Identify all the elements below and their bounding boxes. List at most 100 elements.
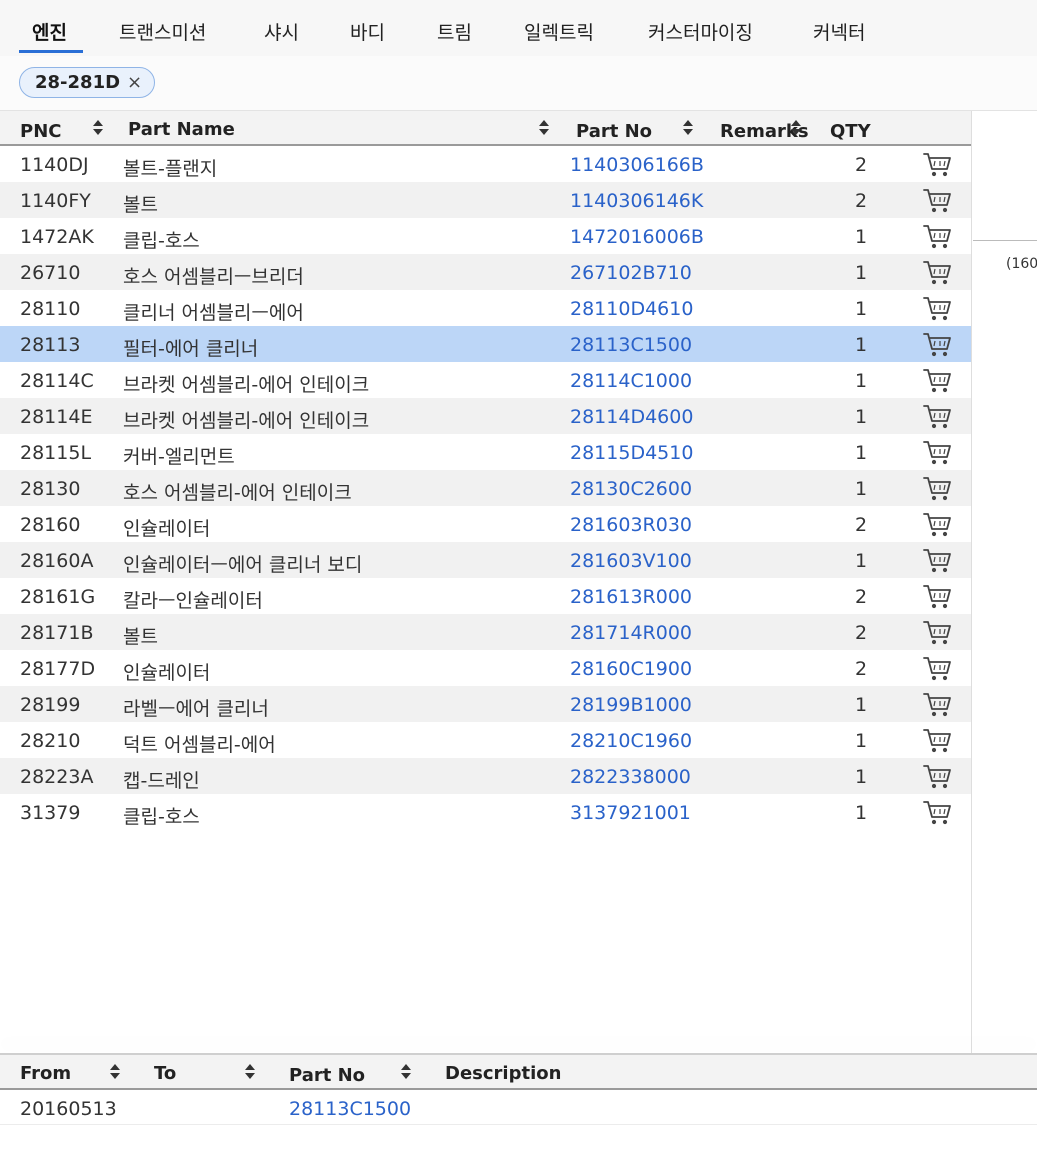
cell-part-no-link[interactable]: 28199B1000 <box>570 694 692 716</box>
cell-part-no-link[interactable]: 3137921001 <box>570 802 691 824</box>
table-row[interactable]: 31379 클립-호스 3137921001 1 <box>0 794 971 830</box>
cart-icon[interactable] <box>922 727 952 755</box>
cart-icon[interactable] <box>922 547 952 575</box>
tab-customizing[interactable]: 커스터마이징 <box>648 18 753 45</box>
cell-pnc: 1140FY <box>20 190 91 212</box>
cart-icon[interactable] <box>922 151 952 179</box>
table-row[interactable]: 1140FY 볼트 1140306146K 2 <box>0 182 971 218</box>
cell-part-no-link[interactable]: 28130C2600 <box>570 478 692 500</box>
cart-icon[interactable] <box>922 763 952 791</box>
tab-chassis[interactable]: 샤시 <box>264 18 299 45</box>
column-header-detail-part-no[interactable]: Part No <box>289 1065 365 1086</box>
cart-icon[interactable] <box>922 511 952 539</box>
sort-part-name-icon[interactable] <box>538 119 550 137</box>
tab-body[interactable]: 바디 <box>350 18 385 45</box>
cell-part-no-link[interactable]: 281603R030 <box>570 514 692 536</box>
column-header-from[interactable]: From <box>20 1063 71 1084</box>
cart-icon[interactable] <box>922 259 952 287</box>
cell-part-no-link[interactable]: 1140306146K <box>570 190 703 212</box>
cart-icon[interactable] <box>922 295 952 323</box>
column-header-part-name[interactable]: Part Name <box>128 119 235 140</box>
sort-from-icon[interactable] <box>109 1063 121 1081</box>
cell-part-no-link[interactable]: 28114C1000 <box>570 370 692 392</box>
table-row[interactable]: 28161G 칼라ㅡ인슐레이터 281613R000 2 <box>0 578 971 614</box>
filter-chip[interactable]: 28-281D × <box>19 67 156 98</box>
close-icon[interactable]: × <box>127 72 142 93</box>
table-row[interactable]: 28110 클리너 어셈블리ㅡ에어 28110D4610 1 <box>0 290 971 326</box>
cell-qty: 1 <box>854 478 868 500</box>
cell-part-name: 필터-에어 클리너 <box>123 338 259 360</box>
cell-part-no-link[interactable]: 28160C1900 <box>570 658 692 680</box>
table-row[interactable]: 28160 인슐레이터 281603R030 2 <box>0 506 971 542</box>
cell-part-name: 칼라ㅡ인슐레이터 <box>123 590 263 612</box>
sort-remarks-icon[interactable] <box>790 119 802 137</box>
column-header-to[interactable]: To <box>154 1063 176 1084</box>
cell-qty: 1 <box>854 370 868 392</box>
tab-trim[interactable]: 트림 <box>437 18 472 45</box>
tab-connector[interactable]: 커넥터 <box>813 18 865 45</box>
table-row[interactable]: 1472AK 클립-호스 1472016006B 1 <box>0 218 971 254</box>
table-row[interactable]: 28210 덕트 어셈블리-에어 28210C1960 1 <box>0 722 971 758</box>
cell-pnc: 28115L <box>20 442 92 464</box>
sort-detail-part-no-icon[interactable] <box>400 1063 412 1081</box>
cell-part-name: 호스 어셈블리-에어 인테이크 <box>123 482 352 504</box>
cell-part-name: 볼트-플랜지 <box>123 158 218 180</box>
table-row[interactable]: 28130 호스 어셈블리-에어 인테이크 28130C2600 1 <box>0 470 971 506</box>
table-row[interactable]: 28113 필터-에어 클리너 28113C1500 1 <box>0 326 971 362</box>
cell-part-no-link[interactable]: 267102B710 <box>570 262 692 284</box>
cell-part-no-link[interactable]: 28115D4510 <box>570 442 693 464</box>
cell-pnc: 1472AK <box>20 226 94 248</box>
cell-part-no-link[interactable]: 28114D4600 <box>570 406 693 428</box>
table-row[interactable]: 28114C 브라켓 어셈블리-에어 인테이크 28114C1000 1 <box>0 362 971 398</box>
cell-part-no-link[interactable]: 1472016006B <box>570 226 704 248</box>
cell-pnc: 28110 <box>20 298 81 320</box>
cart-icon[interactable] <box>922 475 952 503</box>
table-row[interactable]: 28114E 브라켓 어셈블리-에어 인테이크 28114D4600 1 <box>0 398 971 434</box>
column-header-pnc[interactable]: PNC <box>20 121 61 142</box>
cart-icon[interactable] <box>922 331 952 359</box>
cell-pnc: 28160A <box>20 550 94 572</box>
cart-icon[interactable] <box>922 799 952 827</box>
cart-icon[interactable] <box>922 691 952 719</box>
tab-transmission[interactable]: 트랜스미션 <box>119 18 206 45</box>
cell-part-no-link[interactable]: 28210C1960 <box>570 730 692 752</box>
cell-from: 20160513 <box>20 1098 117 1120</box>
cell-pnc: 26710 <box>20 262 81 284</box>
cart-icon[interactable] <box>922 187 952 215</box>
cell-part-no-link[interactable]: 1140306166B <box>570 154 704 176</box>
column-header-qty[interactable]: QTY <box>830 121 871 142</box>
table-row[interactable]: 28199 라벨ㅡ에어 클리너 28199B1000 1 <box>0 686 971 722</box>
cell-part-no-link[interactable]: 28110D4610 <box>570 298 693 320</box>
cell-part-no-link[interactable]: 281603V100 <box>570 550 692 572</box>
tab-electric[interactable]: 일렉트릭 <box>524 18 594 45</box>
cart-icon[interactable] <box>922 655 952 683</box>
sort-pnc-icon[interactable] <box>92 119 104 137</box>
cell-part-no-link[interactable]: 28113C1500 <box>570 334 692 356</box>
table-row[interactable]: 28160A 인슐레이터ㅡ에어 클리너 보디 281603V100 1 <box>0 542 971 578</box>
cart-icon[interactable] <box>922 223 952 251</box>
cart-icon[interactable] <box>922 583 952 611</box>
cell-part-no-link[interactable]: 281613R000 <box>570 586 692 608</box>
cart-icon[interactable] <box>922 367 952 395</box>
cell-part-no-link[interactable]: 2822338000 <box>570 766 691 788</box>
cell-part-no-link[interactable]: 281714R000 <box>570 622 692 644</box>
table-row[interactable]: 28177D 인슐레이터 28160C1900 2 <box>0 650 971 686</box>
table-row[interactable]: 1140DJ 볼트-플랜지 1140306166B 2 <box>0 146 971 182</box>
detail-table-row[interactable]: 20160513 28113C1500 <box>0 1090 1037 1125</box>
column-header-description[interactable]: Description <box>445 1063 561 1084</box>
side-panel-divider <box>973 240 1037 241</box>
table-row[interactable]: 26710 호스 어셈블리ㅡ브리더 267102B710 1 <box>0 254 971 290</box>
sort-part-no-icon[interactable] <box>682 119 694 137</box>
column-header-part-no[interactable]: Part No <box>576 121 652 142</box>
table-row[interactable]: 28223A 캡-드레인 2822338000 1 <box>0 758 971 794</box>
cart-icon[interactable] <box>922 439 952 467</box>
cell-qty: 1 <box>854 226 868 248</box>
cart-icon[interactable] <box>922 403 952 431</box>
cell-detail-part-no-link[interactable]: 28113C1500 <box>289 1098 411 1120</box>
cell-pnc: 28160 <box>20 514 81 536</box>
table-row[interactable]: 28171B 볼트 281714R000 2 <box>0 614 971 650</box>
table-row[interactable]: 28115L 커버-엘리먼트 28115D4510 1 <box>0 434 971 470</box>
tab-engine[interactable]: 엔진 <box>32 18 67 45</box>
sort-to-icon[interactable] <box>244 1063 256 1081</box>
cart-icon[interactable] <box>922 619 952 647</box>
